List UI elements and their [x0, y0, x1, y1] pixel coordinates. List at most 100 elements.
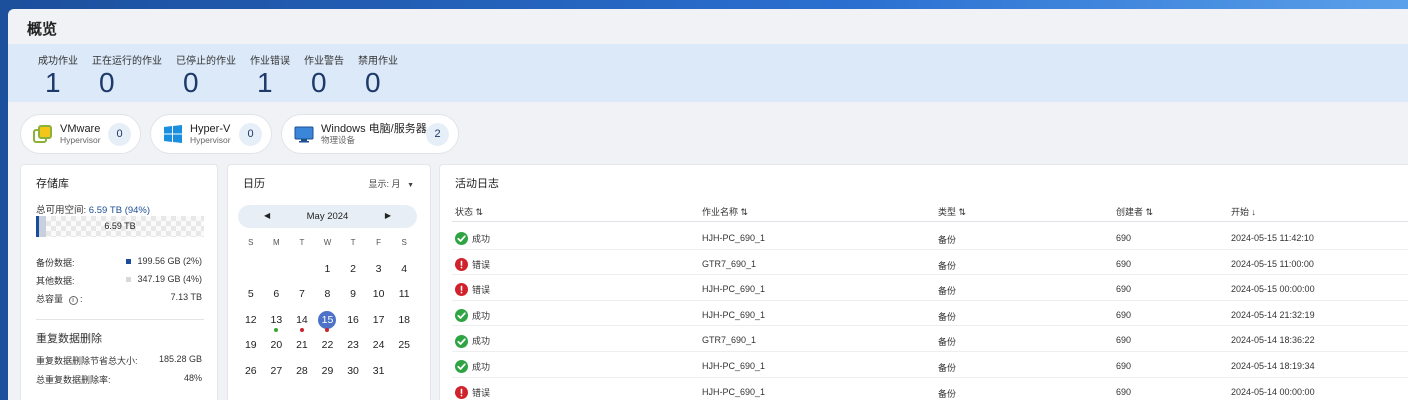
monitor-icon — [294, 126, 314, 143]
start-time-cell: 2024-05-15 11:42:10 — [1231, 233, 1314, 243]
calendar-day[interactable]: 31 — [366, 361, 392, 387]
table-row[interactable]: 错误 HJH-PC_690_1 备份 690 2024-05-14 00:00:00 — [452, 378, 1408, 400]
calendar-week-row: 19 20 21 22 23 24 25 — [238, 335, 417, 361]
hypervisor-name: Hyper-V — [190, 123, 231, 135]
calendar-day[interactable]: 29 — [315, 361, 341, 387]
calendar-week-row: 12 13 14 15 16 17 18 — [238, 310, 417, 336]
calendar-day[interactable]: 19 — [238, 335, 264, 361]
calendar-day[interactable]: 10 — [366, 284, 392, 310]
calendar-day[interactable]: 13 — [264, 310, 290, 336]
calendar-day-number: 20 — [270, 339, 283, 351]
calendar-day[interactable]: 5 — [238, 284, 264, 310]
type-cell: 备份 — [938, 311, 957, 322]
backup-legend-swatch — [126, 259, 132, 264]
weekday-label: S — [248, 238, 254, 247]
calendar-day[interactable]: 11 — [391, 284, 417, 310]
error-exclamation-icon — [455, 283, 468, 297]
calendar-day[interactable]: 14 — [289, 310, 315, 336]
start-time-cell: 2024-05-14 18:19:34 — [1231, 361, 1315, 371]
hypervisor-sub: 物理设备 — [321, 135, 356, 145]
calendar-day-number: 8 — [324, 288, 331, 300]
calendar-day[interactable]: 8 — [315, 284, 341, 310]
next-month-icon[interactable]: ▶ — [385, 211, 391, 220]
table-row[interactable]: 错误 GTR7_690_1 备份 690 2024-05-15 11:00:00 — [452, 250, 1408, 276]
calendar-day[interactable]: 6 — [264, 284, 290, 310]
stat-disabled-jobs[interactable]: 禁用作业 0 — [358, 44, 398, 102]
calendar-day[interactable]: 30 — [340, 361, 366, 387]
status-text: 成功 — [472, 234, 491, 244]
start-time-cell: 2024-05-14 18:36:22 — [1231, 335, 1315, 346]
calendar-day-number: 1 — [324, 262, 331, 275]
stat-success-jobs[interactable]: 成功作业 1 — [38, 44, 78, 102]
calendar-empty-cell — [289, 259, 315, 285]
display-mode-dropdown[interactable]: 显示: 月 ▼ — [369, 177, 414, 190]
other-data-value: 347.19 GB (4%) — [126, 274, 202, 284]
calendar-day[interactable]: 17 — [366, 310, 392, 336]
col-header-status[interactable]: 状态 ⇅ — [455, 205, 483, 218]
calendar-day[interactable]: 25 — [391, 335, 417, 361]
hypervisor-card-hyperv[interactable]: Hyper-V Hypervisor 0 — [150, 114, 272, 154]
calendar-day[interactable]: 3 — [366, 259, 392, 285]
start-time-cell: 2024-05-14 00:00:00 — [1231, 386, 1315, 397]
free-space-row: 总可用空间: 6.59 TB (94%) — [36, 205, 151, 216]
start-time-cell: 2024-05-15 00:00:00 — [1231, 284, 1315, 295]
calendar-grid: S M T W T F S 1 2 3 4 5 6 7 8 9 10 11 12 13 14 15 16 17 18 19 20 21… — [238, 233, 417, 386]
success-check-icon — [455, 360, 468, 374]
calendar-day-number: 3 — [375, 262, 382, 275]
info-icon[interactable]: i — [68, 296, 78, 305]
table-row[interactable]: 错误 HJH-PC_690_1 备份 690 2024-05-15 00:00:00 — [452, 275, 1408, 301]
table-row[interactable]: 成功 GTR7_690_1 备份 690 2024-05-14 18:36:22 — [452, 326, 1408, 352]
hypervisor-name: VMware — [60, 123, 101, 135]
header-divider — [452, 221, 1408, 222]
calendar-day-number: 31 — [372, 364, 385, 377]
col-header-creator[interactable]: 创建者 ⇅ — [1116, 205, 1153, 218]
error-exclamation-icon — [455, 257, 468, 271]
hypervisor-card-vmware[interactable]: VMware Hypervisor 0 — [20, 114, 141, 154]
calendar-day[interactable]: 15 — [315, 310, 341, 336]
calendar-week-row: 1 2 3 4 — [238, 259, 417, 285]
calendar-day-number: 7 — [298, 288, 305, 300]
status-cell: 成功 — [455, 308, 491, 323]
status-cell: 成功 — [455, 334, 490, 348]
hypervisor-card-windows-pc[interactable]: Windows 电脑/服务器 物理设备 2 — [281, 114, 459, 154]
calendar-day-number: 10 — [372, 288, 385, 300]
table-row[interactable]: 成功 HJH-PC_690_1 备份 690 2024-05-14 21:32:19 — [452, 301, 1408, 327]
calendar-day[interactable]: 18 — [391, 310, 417, 336]
calendar-day[interactable]: 21 — [289, 335, 315, 361]
other-data-label: 其他数据: — [36, 276, 75, 286]
calendar-day[interactable]: 28 — [289, 361, 315, 387]
calendar-day[interactable]: 26 — [238, 361, 264, 387]
calendar-day[interactable]: 24 — [366, 335, 392, 361]
stat-error-jobs[interactable]: 作业错误 1 — [250, 44, 290, 102]
status-text: 成功 — [472, 310, 491, 321]
bar-free-text: 6.59 TB — [104, 221, 136, 231]
stat-running-jobs[interactable]: 正在运行的作业 0 — [92, 44, 162, 102]
calendar-day-number: 11 — [398, 288, 410, 300]
calendar-week-row: 26 27 28 29 30 31 — [238, 361, 417, 387]
table-row[interactable]: 成功 HJH-PC_690_1 备份 690 2024-05-14 18:19:34 — [452, 352, 1408, 378]
col-header-start[interactable]: 开始 ↓ — [1231, 205, 1256, 218]
calendar-day[interactable]: 20 — [264, 335, 290, 361]
table-row[interactable]: 成功 HJH-PC_690_1 备份 690 2024-05-15 11:42:10 — [452, 224, 1408, 250]
calendar-day[interactable]: 23 — [340, 335, 366, 361]
calendar-nav: ◀ May 2024 ▶ — [238, 205, 417, 228]
calendar-day[interactable]: 7 — [289, 284, 315, 310]
calendar-day[interactable]: 4 — [391, 259, 417, 285]
weekday-label: S — [401, 238, 407, 247]
calendar-day[interactable]: 12 — [238, 310, 264, 336]
col-header-type[interactable]: 类型 ⇅ — [938, 205, 966, 218]
job-marker-dot — [299, 328, 304, 332]
stat-stopped-jobs[interactable]: 已停止的作业 0 — [176, 44, 236, 102]
calendar-day[interactable]: 2 — [340, 259, 366, 285]
col-header-job-name[interactable]: 作业名称 ⇅ — [702, 205, 748, 218]
calendar-day[interactable]: 22 — [315, 335, 341, 361]
calendar-day[interactable]: 1 — [315, 259, 341, 285]
job-summary-bar: 成功作业 1 正在运行的作业 0 已停止的作业 0 作业错误 1 作业警告 0 禁用作业 0 — [8, 44, 1408, 102]
start-time-cell: 2024-05-14 21:32:19 — [1231, 309, 1315, 320]
calendar-day[interactable]: 16 — [340, 310, 366, 336]
hypervisor-count: 0 — [108, 123, 131, 146]
calendar-day[interactable]: 9 — [340, 284, 366, 310]
stat-warning-jobs[interactable]: 作业警告 0 — [304, 44, 344, 102]
calendar-day-number: 19 — [244, 339, 257, 351]
calendar-day[interactable]: 27 — [264, 361, 290, 387]
